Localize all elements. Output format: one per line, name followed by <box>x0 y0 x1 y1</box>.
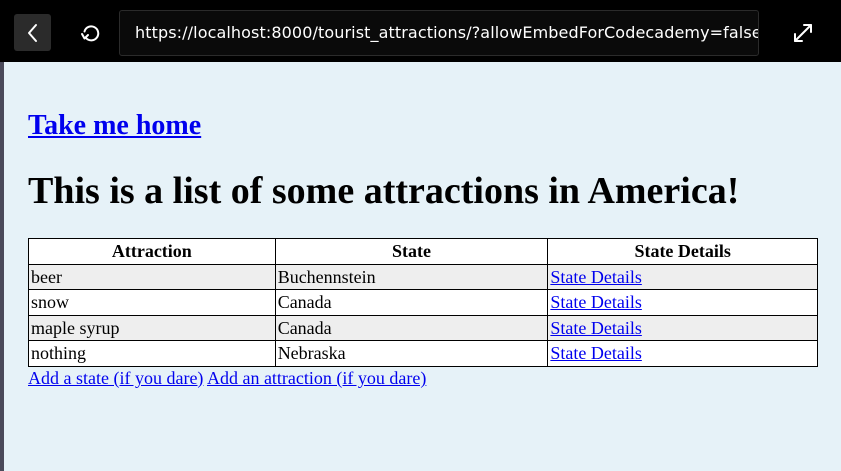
expand-icon <box>794 24 812 42</box>
url-bar[interactable]: https://localhost:8000/tourist_attractio… <box>119 10 759 56</box>
state-details-link[interactable]: State Details <box>550 292 641 312</box>
header-state-details: State Details <box>547 238 818 265</box>
state-details-link[interactable]: State Details <box>550 318 641 338</box>
cell-state: Canada <box>274 314 549 341</box>
table-row: snow Canada State Details <box>28 289 818 316</box>
page-viewport: Take me home This is a list of some attr… <box>0 62 841 471</box>
reload-icon <box>81 25 100 42</box>
header-attraction: Attraction <box>28 238 276 265</box>
cell-state: Nebraska <box>274 340 549 367</box>
state-details-link[interactable]: State Details <box>550 267 641 287</box>
back-button[interactable] <box>14 14 51 51</box>
cell-state-details: State Details <box>547 263 818 290</box>
browser-toolbar: https://localhost:8000/tourist_attractio… <box>0 0 841 62</box>
attractions-table: Attraction State State Details beer Buch… <box>28 238 818 367</box>
action-links: Add a state (if you dare) Add an attract… <box>28 368 426 389</box>
header-state: State <box>274 238 549 265</box>
cell-attraction: snow <box>28 289 276 316</box>
cell-state: Canada <box>274 289 549 316</box>
state-details-link[interactable]: State Details <box>550 343 641 363</box>
cell-state-details: State Details <box>547 340 818 367</box>
table-header-row: Attraction State State Details <box>28 238 818 265</box>
url-text: https://localhost:8000/tourist_attractio… <box>135 23 759 42</box>
viewport-edge <box>0 62 4 471</box>
table-row: maple syrup Canada State Details <box>28 314 818 341</box>
cell-attraction: maple syrup <box>28 314 276 341</box>
home-link[interactable]: Take me home <box>28 110 201 142</box>
reload-button[interactable] <box>78 20 104 46</box>
cell-state-details: State Details <box>547 289 818 316</box>
add-attraction-link[interactable]: Add an attraction (if you dare) <box>207 368 426 388</box>
page-title: This is a list of some attractions in Am… <box>28 170 740 212</box>
table-row: nothing Nebraska State Details <box>28 340 818 367</box>
chevron-left-icon <box>27 23 37 42</box>
cell-attraction: nothing <box>28 340 276 367</box>
add-state-link[interactable]: Add a state (if you dare) <box>28 368 203 388</box>
table-row: beer Buchennstein State Details <box>28 263 818 290</box>
cell-state-details: State Details <box>547 314 818 341</box>
cell-state: Buchennstein <box>274 263 549 290</box>
expand-button[interactable] <box>790 20 816 46</box>
cell-attraction: beer <box>28 263 276 290</box>
